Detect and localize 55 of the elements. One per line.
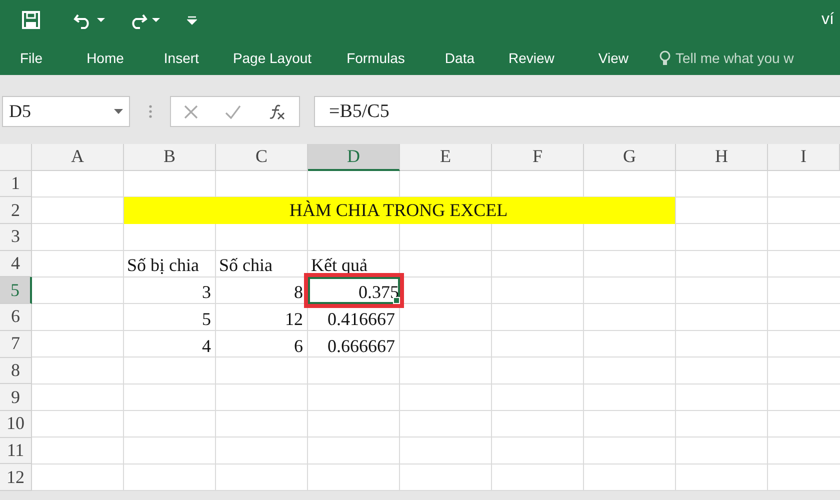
table-cell-text: 0.416667	[326, 308, 396, 331]
ribbon-tab[interactable]: File	[20, 50, 43, 66]
caret-icon[interactable]	[97, 17, 105, 23]
column-header[interactable]: B	[124, 144, 216, 171]
column-header[interactable]: E	[400, 144, 492, 171]
row-header[interactable]: 8	[0, 358, 32, 384]
column-header[interactable]: I	[768, 144, 840, 171]
row-header[interactable]: 2	[0, 197, 32, 224]
ribbon-tab[interactable]: Page Layout	[232, 50, 312, 66]
caret-icon[interactable]	[152, 17, 160, 23]
row-header[interactable]: 7	[0, 330, 32, 358]
column-header[interactable]: A	[32, 144, 124, 171]
row-header[interactable]: 1	[0, 170, 32, 198]
row-header[interactable]: 11	[0, 438, 32, 464]
column-header[interactable]: D	[308, 144, 400, 171]
row-header[interactable]: 9	[0, 384, 32, 411]
table-cell-text: 3	[201, 281, 212, 304]
ribbon-tab[interactable]: Formulas	[346, 50, 405, 66]
ribbon-tab[interactable]: Home	[86, 50, 124, 66]
row-header[interactable]: 5	[0, 277, 32, 304]
check-icon[interactable]	[224, 104, 241, 118]
row-header[interactable]: 3	[0, 224, 32, 251]
save-icon[interactable]	[21, 10, 41, 30]
table-cell-text: Số bị chia	[126, 254, 200, 278]
selected-cell[interactable]: 0.375	[304, 273, 404, 308]
column-header[interactable]: C	[216, 144, 308, 171]
column-header[interactable]: F	[492, 144, 584, 171]
row-header[interactable]: 12	[0, 464, 32, 491]
fill-handle[interactable]	[393, 297, 400, 304]
row-header[interactable]: 6	[0, 304, 32, 331]
customize-icon[interactable]	[187, 15, 197, 25]
ribbon-tab[interactable]: Review	[508, 50, 554, 66]
table-cell-text: 12	[284, 308, 304, 331]
table-cell-text: 0.666667	[326, 334, 396, 358]
table-cell-text: Số chia	[218, 254, 274, 278]
column-header[interactable]: G	[584, 144, 676, 171]
dropdown-icon[interactable]	[114, 108, 123, 114]
window-title: ví	[822, 11, 834, 29]
grip-icon[interactable]	[148, 105, 152, 118]
formula-field[interactable]: =B5/C5	[314, 96, 840, 127]
row-header[interactable]: 4	[0, 250, 32, 278]
ribbon-tab[interactable]: View	[598, 50, 628, 66]
name-box[interactable]: D5	[2, 96, 130, 127]
row-header[interactable]: 10	[0, 410, 32, 438]
ribbon-tab[interactable]: Insert	[164, 50, 199, 66]
title-cell: HÀM CHIA TRONG EXCEL	[124, 197, 676, 224]
lightbulb-icon[interactable]	[658, 50, 670, 66]
column-header[interactable]: H	[676, 144, 768, 171]
table-cell-text: 6	[293, 334, 304, 358]
table-cell-text: 5	[201, 308, 212, 331]
function-icon[interactable]	[268, 104, 286, 120]
table-cell-text: 8	[293, 281, 304, 304]
table-cell-text: 4	[201, 334, 212, 358]
tell-me-field[interactable]: Tell me what you w	[676, 50, 794, 66]
ribbon-tab[interactable]: Data	[444, 50, 474, 66]
